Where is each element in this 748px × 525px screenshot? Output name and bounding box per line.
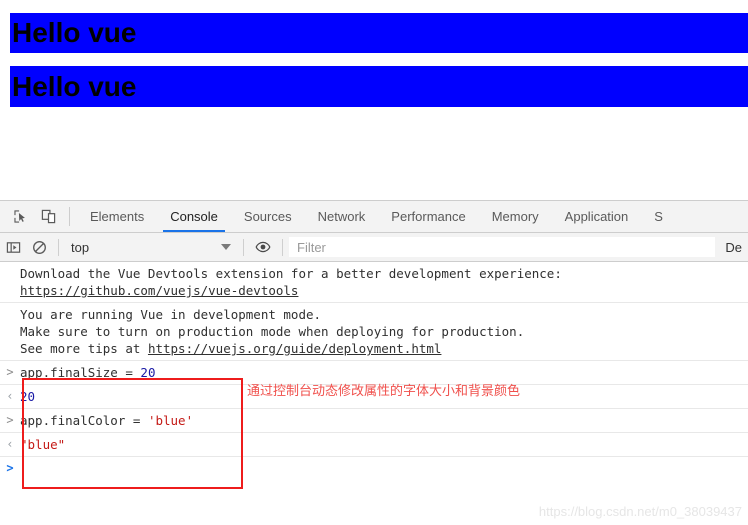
tab-label: Console — [170, 209, 218, 224]
console-filter-bar: top De — [0, 233, 748, 262]
console-prompt-marker-icon: > — [6, 461, 14, 475]
console-message-line: Make sure to turn on production mode whe… — [20, 324, 525, 339]
console-message-vue-devtools: Download the Vue Devtools extension for … — [0, 262, 748, 303]
tab-label: Performance — [391, 209, 466, 224]
console-message-text: See more tips at — [20, 341, 148, 356]
tab-label: Sources — [243, 209, 292, 224]
tab-performance[interactable]: Performance — [378, 201, 478, 232]
console-message-dev-mode: You are running Vue in development mode.… — [0, 303, 748, 361]
console-input-marker-icon: > — [6, 365, 14, 379]
console-input-expression: app.finalSize = 20 — [20, 365, 156, 380]
tab-label: Memory — [491, 209, 539, 224]
console-message-line: See more tips at https://vuejs.org/guide… — [20, 340, 748, 357]
tabstrip-divider — [69, 207, 70, 226]
vuejs-deployment-link[interactable]: https://vuejs.org/guide/deployment.html — [148, 341, 442, 356]
tab-network[interactable]: Network — [305, 201, 379, 232]
hello-vue-banner-1: Hello vue — [10, 13, 748, 53]
console-message-line: Download the Vue Devtools extension for … — [20, 266, 562, 281]
console-prompt-row[interactable]: > — [0, 457, 748, 480]
console-output-value: "blue" — [20, 437, 66, 452]
console-output-row: ‹ "blue" — [0, 433, 748, 457]
watermark: https://blog.csdn.net/m0_38039437 — [538, 504, 742, 519]
vue-devtools-link[interactable]: https://github.com/vuejs/vue-devtools — [20, 283, 298, 298]
inspect-element-icon[interactable] — [6, 201, 34, 232]
tab-label: Application — [564, 209, 629, 224]
console-output-marker-icon: ‹ — [6, 437, 14, 451]
log-levels-selector[interactable]: De — [715, 240, 748, 255]
filterbar-divider-2 — [243, 238, 244, 256]
console-message-line: You are running Vue in development mode. — [20, 307, 322, 322]
console-sidebar-icon[interactable] — [0, 234, 26, 260]
tab-memory[interactable]: Memory — [479, 201, 552, 232]
chevron-down-icon — [221, 244, 231, 250]
console-log: Download the Vue Devtools extension for … — [0, 262, 748, 480]
hello-vue-banner-2: Hello vue — [10, 66, 748, 107]
console-output-value: 20 — [20, 389, 36, 404]
console-input-marker-icon: > — [6, 413, 14, 427]
console-input-expression: app.finalColor = 'blue' — [20, 413, 194, 428]
device-toolbar-icon[interactable] — [34, 201, 62, 232]
tab-application[interactable]: Application — [552, 201, 642, 232]
annotation-label: 通过控制台动态修改属性的字体大小和背景颜色 — [247, 384, 521, 399]
tab-console[interactable]: Console — [157, 201, 231, 232]
clear-console-icon[interactable] — [26, 234, 52, 260]
rendered-page-area: Hello vue Hello vue — [0, 0, 748, 200]
console-message-line: https://github.com/vuejs/vue-devtools — [20, 282, 748, 299]
filterbar-divider-3 — [282, 238, 283, 256]
filterbar-divider-1 — [58, 238, 59, 256]
tab-label: Elements — [90, 209, 145, 224]
live-expression-eye-icon[interactable] — [250, 234, 276, 260]
execution-context-label: top — [71, 239, 90, 255]
tab-elements[interactable]: Elements — [77, 201, 157, 232]
tab-security[interactable]: S — [641, 201, 676, 232]
tab-label: S — [654, 209, 663, 224]
devtools-panel: Elements Console Sources Network Perform… — [0, 200, 748, 525]
tab-sources[interactable]: Sources — [231, 201, 305, 232]
console-input-row[interactable]: > app.finalColor = 'blue' — [0, 409, 748, 433]
console-output-marker-icon: ‹ — [6, 389, 14, 403]
devtools-tabstrip: Elements Console Sources Network Perform… — [0, 201, 748, 233]
console-filter-input[interactable] — [289, 237, 716, 257]
execution-context-selector[interactable]: top — [65, 240, 237, 255]
tab-label: Network — [317, 209, 366, 224]
